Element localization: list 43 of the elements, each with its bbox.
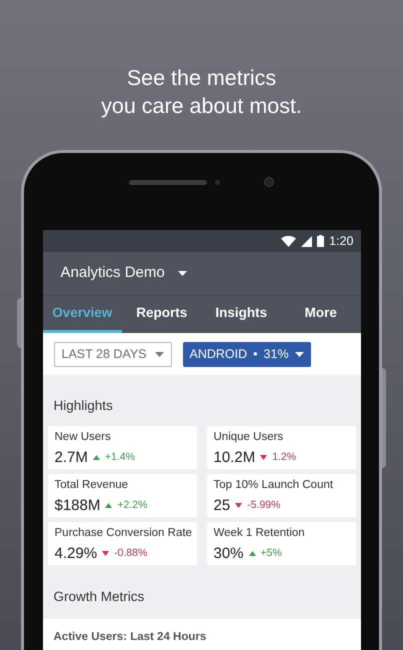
metric-value: $188M: [54, 496, 100, 516]
metric-change: 1.2%: [272, 450, 296, 465]
metric-label: Purchase Conversion Rate: [54, 526, 190, 542]
headline-text: you care about most.: [101, 93, 302, 120]
metric-change: +1.4%: [104, 450, 135, 465]
platform-dropdown[interactable]: ANDROID • 31%: [182, 342, 311, 366]
down-triangle-icon: [235, 503, 242, 508]
metric-label: New Users: [54, 430, 112, 446]
metric-value: 30%: [214, 544, 244, 564]
card-title: Active Users: Last 24 Hours: [54, 630, 208, 644]
down-triangle-icon: [102, 551, 110, 556]
metric-value: 4.29%: [54, 544, 98, 564]
battery-icon: [317, 235, 324, 247]
account-dropdown[interactable]: Analytics Demo: [60, 262, 187, 285]
signal-icon: [301, 236, 312, 246]
metric-value: 2.7M: [54, 448, 88, 468]
metric-label: Unique Users: [214, 430, 284, 446]
dropdown-caret-icon: [178, 271, 187, 276]
metric-value: 10.2M: [214, 448, 256, 468]
dropdown-caret-icon: [154, 352, 164, 356]
section-title: Highlights: [54, 397, 114, 415]
down-triangle-icon: [260, 455, 268, 460]
tab[interactable]: More: [281, 296, 360, 333]
up-triangle-icon: [248, 551, 256, 556]
metric-change: -0.88%: [114, 546, 148, 561]
date-range-dropdown[interactable]: LAST 28 DAYS: [54, 342, 172, 366]
tab[interactable]: Reports: [122, 296, 202, 333]
camera-lens: [264, 177, 274, 187]
metric-change: -5.99%: [247, 498, 280, 513]
section-title: Growth Metrics: [54, 588, 146, 606]
tab[interactable]: Insights: [202, 296, 281, 333]
metric-change: +5%: [260, 546, 282, 561]
metric-label: Total Revenue: [54, 478, 130, 494]
metric-change: +2.2%: [117, 498, 148, 513]
dropdown-caret-icon: [294, 352, 304, 356]
metric-label: Top 10% Launch Count: [214, 478, 334, 494]
metric-value: 25: [214, 496, 230, 516]
clock-time: 1:20: [329, 232, 354, 250]
up-triangle-icon: [105, 503, 112, 508]
up-triangle-icon: [92, 455, 100, 460]
metric-label: Week 1 Retention: [214, 526, 306, 542]
headline-text: See the metrics: [126, 65, 276, 92]
wifi-icon: [281, 236, 296, 246]
